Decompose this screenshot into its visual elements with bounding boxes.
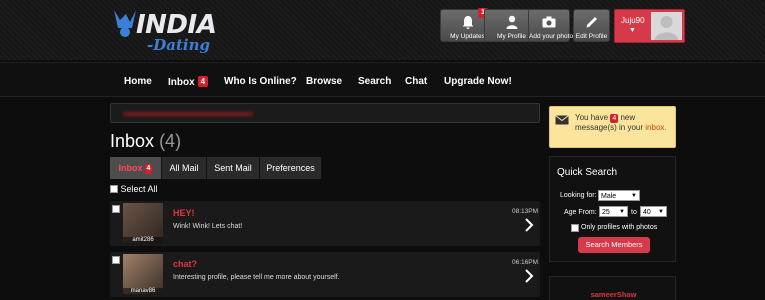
- main-nav: Home Inbox 4 Who Is Online? Browse Search…: [0, 62, 765, 97]
- nav-home[interactable]: Home: [124, 76, 152, 87]
- avatar: [651, 12, 682, 40]
- page-title-text: Inbox: [110, 131, 155, 151]
- message-subject[interactable]: HEY!: [173, 208, 195, 218]
- nav-search[interactable]: Search: [358, 76, 391, 87]
- sender-photo[interactable]: amit286: [123, 203, 163, 243]
- tab-sent-mail[interactable]: Sent Mail: [207, 157, 260, 179]
- nav-inbox[interactable]: Inbox 4: [168, 76, 209, 88]
- nav-who-is-online[interactable]: Who Is Online?: [224, 76, 297, 87]
- dropdown-caret-icon: ▼: [658, 209, 664, 215]
- message-row[interactable]: manav86 chat? Interesting profile, pleas…: [110, 252, 540, 297]
- site-logo[interactable]: INDIA -Dating: [110, 6, 220, 54]
- chevron-right-icon[interactable]: [524, 217, 534, 233]
- tab-inbox[interactable]: Inbox 4: [110, 157, 162, 179]
- avatar-silhouette-icon: [655, 16, 678, 40]
- nav-inbox-badge: 4: [197, 76, 209, 87]
- logo-subtext: -Dating: [147, 36, 210, 54]
- age-from-label: Age From:: [564, 209, 597, 216]
- notice-count-badge: 4: [610, 114, 619, 123]
- logo-sub-word: Dating: [153, 36, 210, 54]
- add-photo-button[interactable]: Add your photo: [528, 9, 574, 42]
- tab-inbox-label: Inbox: [118, 163, 143, 173]
- chevron-right-icon[interactable]: [524, 268, 534, 284]
- edit-profile-button[interactable]: Edit Profile: [573, 9, 610, 42]
- message-time: 06:16PM: [511, 259, 538, 266]
- age-to-value: 40: [643, 209, 651, 216]
- age-to-select[interactable]: 40 ▼: [640, 206, 667, 217]
- quick-search-panel: Quick Search Looking for: Male ▼ Age From…: [549, 156, 676, 262]
- looking-for-label: Looking for:: [560, 192, 597, 199]
- photos-only-checkbox[interactable]: [571, 224, 579, 232]
- photos-only-label: Only profiles with photos: [581, 224, 658, 231]
- dropdown-caret-icon: ▼: [619, 209, 625, 215]
- nav-chat[interactable]: Chat: [405, 76, 427, 87]
- message-checkbox[interactable]: [112, 256, 120, 264]
- age-from-value: 25: [602, 209, 610, 216]
- search-members-button[interactable]: Search Members: [578, 237, 650, 253]
- page-title: Inbox (4): [110, 131, 181, 152]
- bell-icon: [462, 16, 473, 29]
- breadcrumb-bar: [110, 103, 540, 123]
- message-subject[interactable]: chat?: [173, 259, 197, 269]
- select-all: Select All: [110, 184, 158, 194]
- select-all-checkbox[interactable]: [110, 185, 118, 193]
- message-row[interactable]: amit286 HEY! Wink! Wink! Lets chat! 08:1…: [110, 201, 540, 246]
- message-checkbox[interactable]: [112, 205, 120, 213]
- quick-search-title: Quick Search: [557, 167, 618, 178]
- age-from-select[interactable]: 25 ▼: [599, 206, 628, 217]
- username: Juju90: [621, 16, 645, 25]
- redacted-text: [123, 112, 253, 116]
- edit-profile-label: Edit Profile: [575, 33, 608, 40]
- looking-for-value: Male: [601, 193, 617, 200]
- sender-username: manav86: [123, 288, 163, 294]
- chevron-down-icon: ▼: [629, 27, 636, 34]
- person-icon: [506, 15, 517, 29]
- looking-for-select[interactable]: Male ▼: [598, 190, 640, 201]
- camera-icon: [542, 16, 556, 28]
- dropdown-caret-icon: ▼: [631, 193, 637, 199]
- select-all-label: Select All: [120, 184, 158, 194]
- pencil-icon: [586, 17, 597, 28]
- sender-username: amit286: [123, 237, 163, 243]
- new-messages-notice: You have 4 new message(s) in your inbox.: [549, 106, 676, 148]
- age-to-label: to: [631, 209, 637, 216]
- featured-profile-card[interactable]: sameerShaw: [549, 276, 676, 300]
- tab-preferences[interactable]: Preferences: [260, 157, 322, 179]
- tab-inbox-badge: 4: [144, 164, 153, 174]
- sender-photo[interactable]: manav86: [123, 254, 163, 294]
- envelope-icon: [555, 115, 569, 125]
- page-title-count: (4): [159, 131, 182, 151]
- notice-pre: You have: [575, 113, 609, 122]
- header: INDIA -Dating 1 My Updates My Profile Ad…: [0, 0, 765, 60]
- nav-inbox-label: Inbox: [168, 77, 195, 88]
- message-preview: Wink! Wink! Lets chat!: [173, 223, 243, 230]
- user-menu[interactable]: Juju90 ▼: [614, 9, 685, 43]
- add-photo-label: Add your photo: [529, 33, 574, 40]
- tab-all-mail[interactable]: All Mail: [162, 157, 207, 179]
- notice-inbox-link[interactable]: inbox.: [645, 123, 666, 132]
- featured-profile-name[interactable]: sameerShaw: [550, 290, 677, 299]
- notice-text: You have 4 new message(s) in your inbox.: [575, 113, 675, 133]
- message-time: 08:13PM: [511, 208, 538, 215]
- nav-browse[interactable]: Browse: [306, 76, 342, 87]
- nav-upgrade[interactable]: Upgrade Now!: [444, 76, 512, 87]
- message-preview: Interesting profile, please tell me more…: [173, 274, 340, 281]
